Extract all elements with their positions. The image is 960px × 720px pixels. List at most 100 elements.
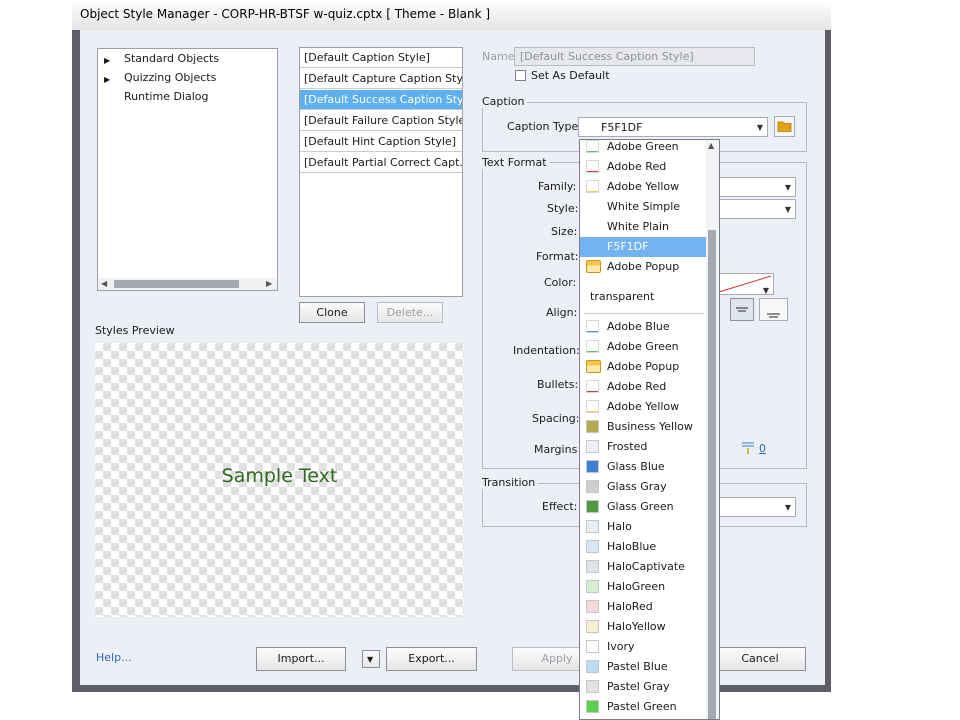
dropdown-scroll-thumb[interactable]	[708, 230, 716, 719]
browse-folder-button[interactable]	[774, 116, 795, 137]
dropdown-item[interactable]: Adobe Popup	[580, 357, 706, 377]
color-swatch-icon	[586, 580, 599, 593]
tree-item-quizzing-objects[interactable]: Quizzing Objects	[124, 71, 216, 84]
cancel-button[interactable]: Cancel	[714, 647, 806, 671]
color-swatch-icon	[586, 680, 599, 693]
dropdown-item[interactable]: Adobe Popup	[580, 257, 706, 277]
chevron-down-icon[interactable]: ▼	[757, 123, 763, 132]
indentation-label: Indentation:	[513, 344, 580, 357]
scroll-right-icon[interactable]: ▶	[266, 279, 272, 288]
dropdown-item-label: HaloCaptivate	[607, 560, 685, 573]
dropdown-item-label: Glass Green	[607, 500, 674, 513]
dropdown-item[interactable]: Business Yellow	[580, 417, 706, 437]
dropdown-item[interactable]: Adobe Red	[580, 157, 706, 177]
chevron-down-icon[interactable]: ▼	[785, 183, 791, 192]
dropdown-separator	[584, 313, 704, 314]
delete-button[interactable]: Delete...	[377, 302, 443, 323]
dropdown-item[interactable]: Ivory	[580, 637, 706, 657]
dropdown-item[interactable]: White Simple	[580, 197, 706, 217]
dropdown-item[interactable]: HaloGreen	[580, 577, 706, 597]
font-family-combo[interactable]: ▼	[716, 177, 796, 197]
caption-type-value: F5F1DF	[601, 121, 643, 134]
export-button[interactable]: Export...	[386, 647, 477, 671]
dropdown-item[interactable]: transparent	[580, 287, 706, 307]
dropdown-item[interactable]: Glass Blue	[580, 457, 706, 477]
dropdown-item-label: Business Yellow	[607, 420, 693, 433]
dropdown-item[interactable]: Adobe Blue	[580, 317, 706, 337]
set-as-default-checkbox[interactable]	[515, 70, 526, 81]
dropdown-item[interactable]: Adobe Yellow	[580, 177, 706, 197]
dropdown-item[interactable]: Adobe Green	[580, 140, 706, 157]
margin-top-value[interactable]: 0	[759, 442, 766, 455]
dropdown-item[interactable]: Pastel Blue	[580, 657, 706, 677]
style-label: Style:	[547, 202, 579, 215]
dropdown-item[interactable]: Pastel Green	[580, 697, 706, 717]
margin-top-icon[interactable]	[740, 441, 756, 455]
tree-horizontal-scrollbar[interactable]: ◀ ▶	[98, 278, 277, 290]
spacing-label: Spacing:	[532, 412, 580, 425]
align-bottom-icon	[767, 313, 780, 318]
list-item-style[interactable]: [Default Partial Correct Capt...	[300, 153, 462, 173]
color-swatch-icon	[586, 260, 601, 273]
dropdown-item[interactable]: HaloRed	[580, 597, 706, 617]
dropdown-item[interactable]: Pastel Gray	[580, 677, 706, 697]
dropdown-item[interactable]: F5F1DF	[580, 237, 706, 257]
size-label: Size:	[551, 225, 578, 238]
dropdown-item-label: Adobe Blue	[607, 320, 670, 333]
dropdown-item[interactable]: Adobe Green	[580, 337, 706, 357]
list-item-style[interactable]: [Default Capture Caption Sty...	[300, 69, 462, 89]
color-swatch-icon	[586, 620, 599, 633]
chevron-down-icon[interactable]: ▼	[763, 286, 769, 295]
chevron-down-icon[interactable]: ▼	[785, 205, 791, 214]
color-swatch-icon	[586, 140, 599, 153]
transition-effect-combo[interactable]: ▼	[716, 497, 796, 517]
list-item-style[interactable]: [Default Caption Style]	[300, 48, 462, 68]
dropdown-item[interactable]: HaloCaptivate	[580, 557, 706, 577]
dropdown-item[interactable]: Adobe Red	[580, 377, 706, 397]
margins-label: Margins	[534, 443, 578, 456]
dropdown-item[interactable]: HaloYellow	[580, 617, 706, 637]
tree-item-standard-objects[interactable]: Standard Objects	[124, 52, 219, 65]
list-item-style[interactable]: [Default Failure Caption Style]	[300, 111, 462, 131]
tree-item-runtime-dialog[interactable]: Runtime Dialog	[124, 90, 208, 103]
dropdown-item[interactable]: Halo	[580, 517, 706, 537]
name-input[interactable]: [Default Success Caption Style]	[514, 47, 755, 66]
dropdown-item-label: HaloYellow	[607, 620, 666, 633]
list-item-style[interactable]: [Default Hint Caption Style]	[300, 132, 462, 152]
dropdown-item[interactable]: Glass Green	[580, 497, 706, 517]
dropdown-item[interactable]: White Plain	[580, 217, 706, 237]
caption-type-dropdown-list[interactable]: Adobe Green Adobe Red Adobe Yellow White Si…	[579, 139, 720, 720]
align-bottom-button[interactable]	[759, 298, 788, 321]
expand-arrow-icon[interactable]: ▶	[104, 56, 110, 65]
scroll-left-icon[interactable]: ◀	[101, 279, 107, 288]
clone-button[interactable]: Clone	[299, 302, 365, 323]
color-label: Color:	[544, 276, 577, 289]
dropdown-item-label: White Plain	[607, 220, 669, 233]
color-swatch-icon	[586, 400, 599, 413]
sample-text: Sample Text	[221, 465, 338, 487]
color-swatch-icon	[586, 600, 599, 613]
dropdown-item[interactable]: Frosted	[580, 437, 706, 457]
dropdown-item[interactable]: Adobe Yellow	[580, 397, 706, 417]
font-style-combo[interactable]: ▼	[716, 199, 796, 219]
color-swatch-icon	[586, 160, 599, 173]
title-bar: Object Style Manager - CORP-HR-BTSF w-qu…	[72, 0, 831, 30]
dropdown-item-label: HaloRed	[607, 600, 653, 613]
dropdown-item[interactable]: HaloBlue	[580, 537, 706, 557]
text-color-picker[interactable]: ▼	[716, 273, 774, 295]
dropdown-item[interactable]: Glass Gray	[580, 477, 706, 497]
caption-type-combo[interactable]: F5F1DF ▼	[578, 117, 768, 137]
list-item-style-selected[interactable]: [Default Success Caption Sty...	[300, 90, 462, 110]
expand-arrow-icon[interactable]: ▶	[104, 75, 110, 84]
color-swatch-icon	[586, 460, 599, 473]
scroll-up-icon[interactable]: ▲	[708, 141, 714, 150]
import-options-button[interactable]: ▼	[362, 650, 380, 668]
scroll-thumb[interactable]	[114, 280, 239, 288]
import-button[interactable]: Import...	[256, 647, 346, 671]
dropdown-scrollbar[interactable]: ▲	[706, 140, 719, 719]
align-center-button[interactable]	[730, 298, 754, 321]
chevron-down-icon[interactable]: ▼	[785, 503, 791, 512]
dropdown-item-label: Adobe Popup	[607, 360, 680, 373]
help-link[interactable]: Help...	[96, 651, 132, 664]
dropdown-item-label: Adobe Red	[607, 160, 667, 173]
